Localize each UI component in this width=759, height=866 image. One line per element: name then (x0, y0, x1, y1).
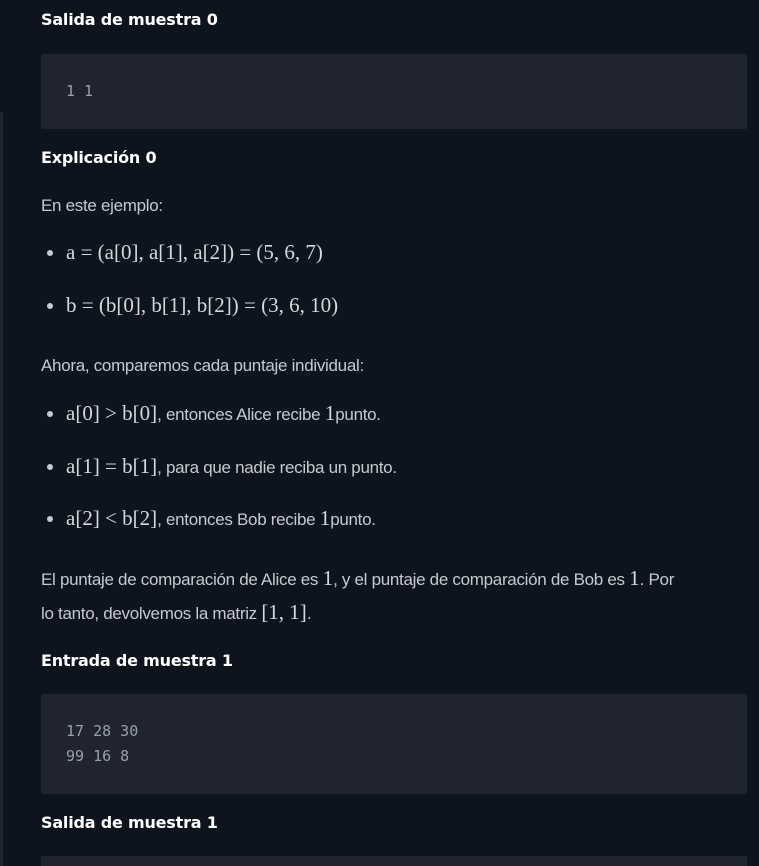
math-matrix: [1, 1] (261, 600, 307, 624)
math-expression: b = (b[0], b[1], b[2]) = (3, 6, 10) (66, 293, 339, 317)
math-number: 1 (629, 566, 640, 590)
bullet-icon (47, 410, 53, 417)
list-item-vector-a: a = (a[0], a[1], a[2]) = (5, 6, 7) (41, 240, 323, 265)
list-item-compare-2: a[2] < b[2], entonces Bob recibe 1punto. (41, 506, 376, 531)
conclusion-text: lo tanto, devolvemos la matriz (41, 604, 262, 623)
explanation-0-heading: Explicación 0 (41, 148, 157, 167)
list-item-vector-b: b = (b[0], b[1], b[2]) = (3, 6, 10) (41, 293, 338, 318)
math-expression: a[1] = b[1] (66, 454, 158, 478)
conclusion-line-2: lo tanto, devolvemos la matriz [1, 1]. (41, 600, 312, 625)
bullet-icon (47, 249, 53, 256)
conclusion-text: . (306, 604, 312, 623)
math-number: 1 (322, 566, 334, 590)
sample-input-1-heading: Entrada de muestra 1 (41, 651, 233, 670)
math-number: 1 (324, 401, 336, 425)
math-expression: a = (a[0], a[1], a[2]) = (5, 6, 7) (66, 240, 323, 264)
bullet-icon (47, 463, 53, 470)
compare-intro: Ahora, comparemos cada puntaje individua… (41, 356, 364, 375)
list-item-text: , entonces Bob recibe (157, 510, 320, 529)
list-item-compare-1: a[1] = b[1], para que nadie reciba un pu… (41, 454, 397, 479)
sample-output-1-heading: Salida de muestra 1 (41, 813, 218, 832)
list-item-text: , entonces Alice recibe (157, 405, 325, 424)
conclusion-line-1: El puntaje de comparación de Alice es 1,… (41, 566, 674, 591)
list-item-suffix: punto. (335, 405, 381, 424)
sample-output-0-heading: Salida de muestra 0 (41, 10, 218, 29)
sample-output-1-code-block[interactable] (41, 856, 747, 866)
explanation-intro: En este ejemplo: (41, 196, 163, 215)
math-expression: a[2] < b[2] (66, 506, 158, 530)
conclusion-text: El puntaje de comparación de Alice es (41, 570, 323, 589)
bullet-icon (47, 515, 53, 522)
math-expression: a[0] > b[0] (66, 401, 158, 425)
math-number: 1 (319, 506, 331, 530)
code-line: 17 28 30 (66, 722, 139, 740)
sample-output-0-code-block[interactable]: 1 1 (41, 54, 747, 129)
list-item-text: , para que nadie reciba un punto. (157, 458, 397, 477)
conclusion-text: , y el puntaje de comparación de Bob es (333, 570, 630, 589)
conclusion-text: . Por (639, 570, 675, 589)
code-line: 99 16 8 (66, 747, 130, 765)
bullet-icon (47, 302, 53, 309)
list-item-suffix: punto. (330, 510, 376, 529)
code-line: 1 1 (66, 82, 94, 100)
sample-input-1-code-block[interactable]: 17 28 30 99 16 8 (41, 694, 747, 794)
left-panel-border (0, 112, 3, 866)
list-item-compare-0: a[0] > b[0], entonces Alice recibe 1punt… (41, 401, 381, 426)
